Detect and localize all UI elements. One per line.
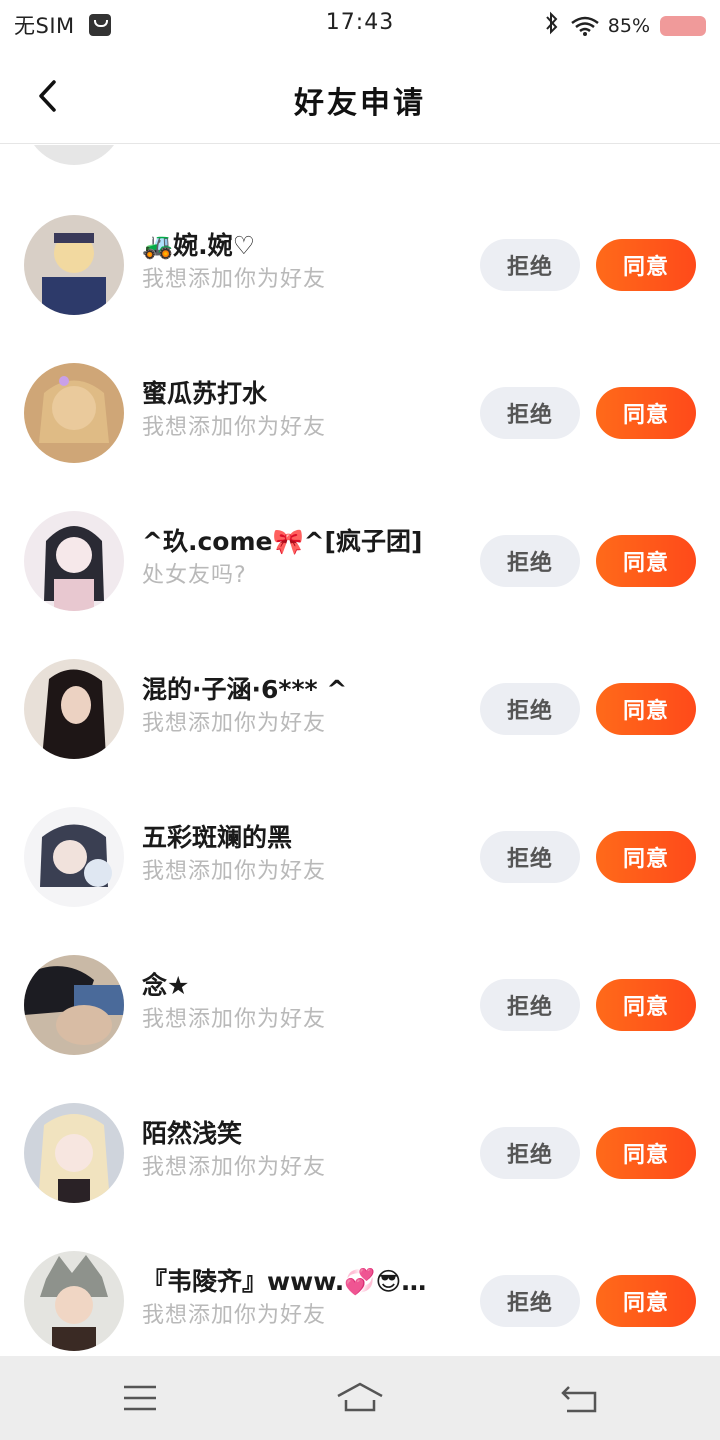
request-message: 我想添加你为好友 <box>142 415 327 440</box>
accept-button[interactable]: 同意 <box>596 387 696 439</box>
reject-button[interactable]: 拒绝 <box>480 831 580 883</box>
menu-button[interactable] <box>110 1374 170 1422</box>
friend-request-list[interactable]: 🚜婉.婉♡ 我想添加你为好友 拒绝 同意 蜜瓜苏打水 我想添加你为好友 拒绝 同… <box>0 145 720 1356</box>
request-message: 我想添加你为好友 <box>142 1007 327 1032</box>
list-item: 🚜婉.婉♡ 我想添加你为好友 拒绝 同意 <box>0 191 720 339</box>
request-name: 念★ <box>142 971 190 1000</box>
accept-button[interactable]: 同意 <box>596 683 696 735</box>
menu-icon <box>124 1385 156 1411</box>
page-title: 好友申请 <box>294 86 426 121</box>
home-button[interactable] <box>330 1374 390 1422</box>
reject-button[interactable]: 拒绝 <box>480 1275 580 1327</box>
reject-button[interactable]: 拒绝 <box>480 683 580 735</box>
avatar[interactable] <box>24 363 124 463</box>
avatar <box>24 145 124 165</box>
list-item: 念★ 我想添加你为好友 拒绝 同意 <box>0 931 720 1079</box>
avatar[interactable] <box>24 1103 124 1203</box>
avatar[interactable] <box>24 659 124 759</box>
reject-button[interactable]: 拒绝 <box>480 239 580 291</box>
bluetooth-icon <box>544 11 560 40</box>
wifi-icon <box>570 15 599 37</box>
request-message: 处女友吗? <box>142 563 247 588</box>
avatar[interactable] <box>24 511 124 611</box>
request-message: 我想添加你为好友 <box>142 711 327 736</box>
request-message: 我想添加你为好友 <box>142 1155 327 1180</box>
accept-button[interactable]: 同意 <box>596 1127 696 1179</box>
status-bar: 无SIM 17:43 85% <box>0 0 720 48</box>
request-name: 🚜婉.婉♡ <box>142 231 256 260</box>
list-item: 混的·子涵·6*** ^ 我想添加你为好友 拒绝 同意 <box>0 635 720 783</box>
list-item: 五彩斑斓的黑 我想添加你为好友 拒绝 同意 <box>0 783 720 931</box>
accept-button[interactable]: 同意 <box>596 239 696 291</box>
request-name: 蜜瓜苏打水 <box>142 379 268 408</box>
request-name: 陌然浅笑 <box>142 1119 243 1148</box>
list-item: ^玖.come🎀^[疯子团] 处女友吗? 拒绝 同意 <box>0 487 720 635</box>
list-item: 『韦陵齐』www.💞😎… 我想添加你为好友 拒绝 同意 <box>0 1227 720 1356</box>
accept-button[interactable]: 同意 <box>596 1275 696 1327</box>
title-bar: 好友申请 <box>0 48 720 144</box>
accept-button[interactable]: 同意 <box>596 831 696 883</box>
request-message: 我想添加你为好友 <box>142 267 327 292</box>
request-name: 五彩斑斓的黑 <box>142 823 293 852</box>
back-nav-button[interactable] <box>550 1374 610 1422</box>
reject-button[interactable]: 拒绝 <box>480 535 580 587</box>
accept-button[interactable]: 同意 <box>596 535 696 587</box>
accept-button[interactable]: 同意 <box>596 979 696 1031</box>
list-item: 陌然浅笑 我想添加你为好友 拒绝 同意 <box>0 1079 720 1227</box>
request-name: ^玖.come🎀^[疯子团] <box>142 527 423 556</box>
home-icon <box>337 1382 383 1412</box>
request-message: 我想添加你为好友 <box>142 1303 327 1328</box>
avatar[interactable] <box>24 215 124 315</box>
request-name: 混的·子涵·6*** ^ <box>142 675 348 704</box>
avatar[interactable] <box>24 1251 124 1351</box>
status-right: 85% <box>544 11 706 40</box>
battery-percent: 85% <box>607 14 650 37</box>
request-message: 我想添加你为好友 <box>142 859 327 884</box>
list-item-partial <box>0 145 720 165</box>
avatar[interactable] <box>24 807 124 907</box>
reject-button[interactable]: 拒绝 <box>480 387 580 439</box>
request-name: 『韦陵齐』www.💞😎… <box>142 1267 427 1296</box>
reject-button[interactable]: 拒绝 <box>480 1127 580 1179</box>
system-nav-bar <box>0 1356 720 1440</box>
battery-icon <box>660 15 706 36</box>
list-item: 蜜瓜苏打水 我想添加你为好友 拒绝 同意 <box>0 339 720 487</box>
return-icon <box>561 1386 597 1413</box>
avatar[interactable] <box>24 955 124 1055</box>
reject-button[interactable]: 拒绝 <box>480 979 580 1031</box>
